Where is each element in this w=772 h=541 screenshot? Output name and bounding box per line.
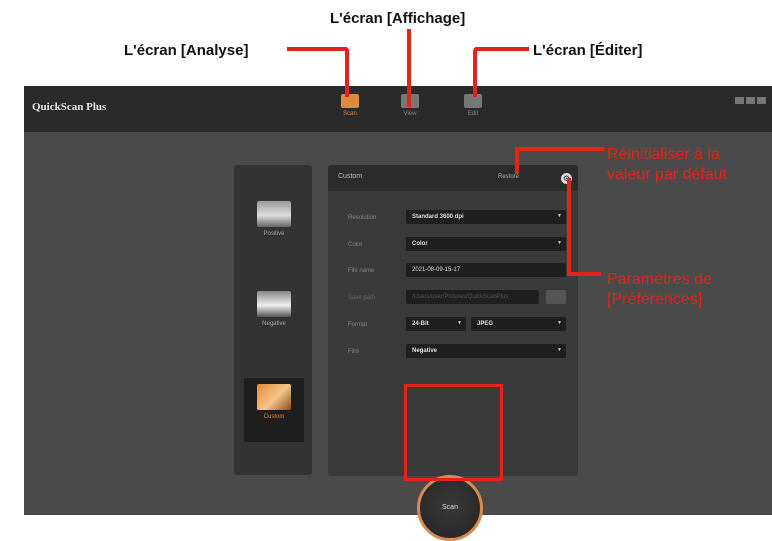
filename-label: File name bbox=[348, 268, 375, 274]
positive-film-icon bbox=[257, 201, 291, 227]
custom-film-icon bbox=[257, 384, 291, 410]
resolution-label: Resolution bbox=[348, 215, 377, 221]
format-label: Format bbox=[348, 322, 368, 328]
film-label: Film bbox=[348, 349, 360, 355]
close-icon[interactable] bbox=[757, 97, 766, 104]
filename-input[interactable]: 2021-08-09-15-17 bbox=[406, 263, 566, 277]
chevron-down-icon: ▼ bbox=[557, 320, 562, 326]
film-value: Negative bbox=[412, 348, 438, 354]
note-prefs-line2: [Préférences] bbox=[607, 291, 703, 308]
arrow-analyse-vertical bbox=[345, 47, 349, 97]
film-type-negative[interactable]: Negative bbox=[244, 285, 304, 349]
film-type-panel: Positive Negative Custom bbox=[234, 165, 312, 475]
film-type-label: Positive bbox=[263, 231, 285, 237]
color-select[interactable]: Color ▼ bbox=[406, 237, 566, 251]
resolution-value: Standard 3600 dpi bbox=[412, 214, 464, 220]
file-type-select[interactable]: JPEG ▼ bbox=[471, 317, 566, 331]
scan-button-highlight bbox=[404, 384, 503, 481]
bit-depth-value: 24-Bit bbox=[412, 321, 429, 327]
browse-button[interactable] bbox=[546, 290, 566, 304]
window-controls bbox=[733, 91, 766, 109]
save-path-value: /Users/user/Pictures/QuickScanPlus bbox=[412, 294, 509, 300]
title-bar: QuickScan Plus Scan View Edit bbox=[24, 86, 772, 132]
app-title: QuickScan Plus bbox=[32, 101, 107, 113]
note-reset-line1: Réinitialiser à la bbox=[607, 146, 720, 163]
settings-header: Custom Restore ⚙ bbox=[328, 165, 578, 191]
arrow-prefs-horizontal bbox=[567, 272, 601, 276]
callout-affichage: L'écran [Affichage] bbox=[330, 10, 466, 27]
scan-mode-label: Scan bbox=[343, 111, 357, 117]
film-select[interactable]: Negative ▼ bbox=[406, 344, 566, 358]
scan-mode-icon bbox=[341, 94, 359, 108]
minimize-icon[interactable] bbox=[735, 97, 744, 104]
film-type-custom[interactable]: Custom bbox=[244, 378, 304, 442]
chevron-down-icon: ▼ bbox=[457, 320, 462, 326]
settings-title: Custom bbox=[338, 173, 363, 180]
save-path-input[interactable]: /Users/user/Pictures/QuickScanPlus bbox=[406, 290, 539, 304]
film-type-label: Negative bbox=[262, 321, 286, 327]
edit-mode-tab[interactable]: Edit bbox=[453, 94, 493, 130]
arrow-reset-vertical bbox=[515, 147, 519, 174]
arrow-affichage-line bbox=[407, 29, 411, 107]
note-reset-line2: valeur par défaut bbox=[607, 166, 728, 183]
resolution-select[interactable]: Standard 3600 dpi ▼ bbox=[406, 210, 566, 224]
edit-mode-label: Edit bbox=[467, 111, 479, 117]
bit-depth-select[interactable]: 24-Bit ▼ bbox=[406, 317, 466, 331]
arrow-editer-horizontal bbox=[475, 47, 529, 51]
file-type-value: JPEG bbox=[477, 321, 494, 327]
view-mode-label: View bbox=[403, 111, 417, 117]
restore-button[interactable]: Restore bbox=[498, 174, 519, 180]
chevron-down-icon: ▼ bbox=[557, 347, 562, 353]
arrow-reset-horizontal bbox=[515, 147, 605, 151]
maximize-icon[interactable] bbox=[746, 97, 755, 104]
filename-value: 2021-08-09-15-17 bbox=[412, 267, 461, 273]
chevron-down-icon: ▼ bbox=[557, 213, 562, 219]
callout-analyse: L'écran [Analyse] bbox=[124, 42, 249, 59]
note-reset: Réinitialiser à la valeur par défaut bbox=[607, 145, 727, 185]
callout-editer: L'écran [Éditer] bbox=[533, 42, 643, 59]
note-preferences: Paramètres de [Préférences] bbox=[607, 270, 712, 310]
chevron-down-icon: ▼ bbox=[557, 240, 562, 246]
arrow-analyse-horizontal bbox=[287, 47, 347, 51]
scan-mode-tab[interactable]: Scan bbox=[330, 94, 370, 130]
film-type-positive[interactable]: Positive bbox=[244, 195, 304, 259]
arrow-editer-vertical bbox=[473, 47, 477, 97]
color-label: Color bbox=[348, 242, 363, 248]
scan-button[interactable]: Scan bbox=[417, 475, 483, 541]
film-type-label: Custom bbox=[263, 414, 285, 420]
color-value: Color bbox=[412, 241, 428, 247]
arrow-prefs-vertical bbox=[567, 178, 571, 274]
negative-film-icon bbox=[257, 291, 291, 317]
save-path-label: Save path bbox=[348, 295, 376, 301]
note-prefs-line1: Paramètres de bbox=[607, 271, 712, 288]
